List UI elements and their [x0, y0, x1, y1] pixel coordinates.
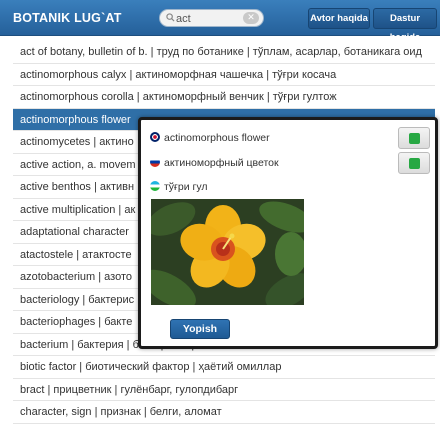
russian-line: актиноморфный цветок — [150, 157, 279, 173]
uzbek-term: тўғри гул — [164, 181, 208, 193]
clear-search-button[interactable]: ✕ — [243, 12, 259, 24]
about-author-button[interactable]: Avtor haqida — [308, 8, 370, 29]
term-row[interactable]: act of botany, bulletin of b. | труд по … — [13, 41, 435, 64]
search-box[interactable]: ✕ — [159, 9, 264, 27]
play-english-button[interactable] — [398, 127, 430, 149]
speaker-icon — [409, 133, 420, 144]
term-row[interactable]: character, sign | признак | белги, алома… — [13, 401, 435, 424]
term-row[interactable]: bract | прицветник | гулёнбарг, гулопдиб… — [13, 379, 435, 401]
about-program-button[interactable]: Dastur haqida — [373, 8, 437, 43]
term-row[interactable]: actinomorphous corolla | актиноморфный в… — [13, 86, 435, 109]
uzbek-line: тўғри гул — [150, 181, 208, 197]
russian-term: актиноморфный цветок — [164, 157, 279, 169]
russia-flag-icon — [150, 157, 160, 167]
english-term: actinomorphous flower — [164, 132, 270, 144]
app-header: BOTANIK LUG`AT ✕ Avtor haqida Dastur haq… — [0, 0, 440, 43]
uk-flag-icon — [150, 132, 160, 142]
close-popup-button[interactable]: Yopish — [170, 319, 230, 339]
english-line: actinomorphous flower — [150, 132, 270, 148]
flower-image — [151, 199, 304, 305]
play-russian-button[interactable] — [398, 152, 430, 174]
term-row[interactable]: actinomorphous calyx | актиноморфная чаш… — [13, 64, 435, 86]
search-icon — [166, 13, 175, 22]
search-input[interactable] — [176, 11, 242, 26]
uzbekistan-flag-icon — [150, 181, 160, 191]
term-row[interactable]: biotic factor | биотический фактор | ҳаё… — [13, 356, 435, 379]
app-title: BOTANIK LUG`AT — [13, 11, 122, 25]
speaker-icon — [409, 158, 420, 169]
translation-popup: actinomorphous flower актиноморфный цвет… — [138, 117, 438, 349]
